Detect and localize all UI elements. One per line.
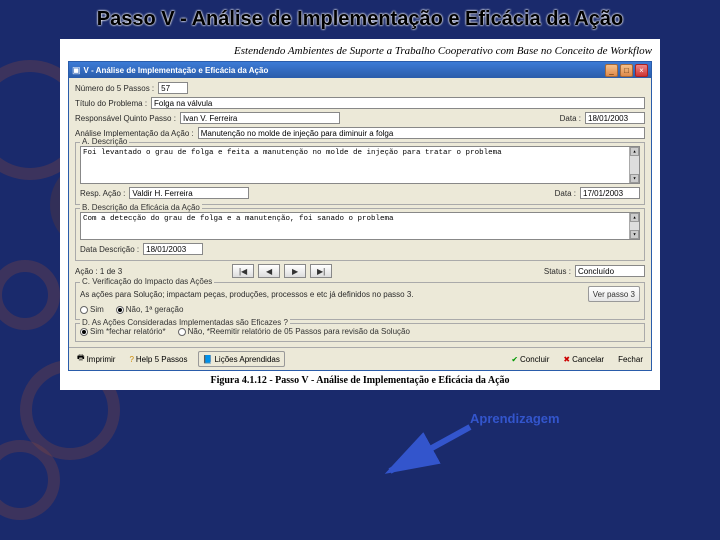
data-acao-label: Data : <box>555 189 576 198</box>
resp-acao-field[interactable]: Valdir H. Ferreira <box>129 187 249 199</box>
annotation-label: Aprendizagem <box>470 411 560 426</box>
impacto-question: As ações para Solução; impactam peças, p… <box>80 290 584 299</box>
licoes-button[interactable]: 📘 Lições Aprendidas <box>198 351 285 367</box>
ver-passo3-button[interactable]: Ver passo 3 <box>588 286 640 302</box>
radio-icon <box>178 328 186 336</box>
eficacia-text: Com a detecção do grau de folga e a manu… <box>83 215 394 223</box>
document-page: Estendendo Ambientes de Suporte a Trabal… <box>60 39 660 390</box>
scroll-down-icon[interactable]: ▾ <box>630 174 639 183</box>
eficaz-sim-radio[interactable]: Sim *fechar relatório* <box>80 327 166 336</box>
cancelar-button[interactable]: ✖ Cancelar <box>559 351 608 367</box>
frame-c-legend: C. Verificação do Impacto das Ações <box>80 277 214 286</box>
frame-eficacia: B. Descrição da Eficácia da Ação Com a d… <box>75 208 645 261</box>
frame-b-legend: B. Descrição da Eficácia da Ação <box>80 203 202 212</box>
status-label: Status : <box>544 267 571 276</box>
titulo-label: Título do Problema : <box>75 99 147 108</box>
scroll-up-icon[interactable]: ▴ <box>630 213 639 222</box>
frame-impacto: C. Verificação do Impacto das Ações As a… <box>75 282 645 320</box>
nav-prev-button[interactable]: ◀ <box>258 264 280 278</box>
cancel-icon: ✖ <box>563 355 570 364</box>
slide-title: Passo V - Análise de Implementação e Efi… <box>0 0 720 35</box>
frame-d-legend: D. As Ações Consideradas Implementadas s… <box>80 318 290 327</box>
descricao-text: Foi levantado o grau de folga e feita a … <box>83 149 502 157</box>
doc-header: Estendendo Ambientes de Suporte a Trabal… <box>68 45 652 57</box>
scrollbar[interactable]: ▴ ▾ <box>629 213 639 239</box>
data-descricao-label: Data Descrição : <box>80 245 139 254</box>
maximize-button[interactable]: □ <box>620 64 633 77</box>
acao-counter: Ação : 1 de 3 <box>75 267 122 276</box>
annotation-arrow-icon <box>360 419 520 489</box>
close-button[interactable]: × <box>635 64 648 77</box>
frame-eficazes: D. As Ações Consideradas Implementadas s… <box>75 323 645 342</box>
scroll-down-icon[interactable]: ▾ <box>630 230 639 239</box>
frame-a-legend: A. Descrição <box>80 137 129 146</box>
frame-descricao: A. Descrição Foi levantado o grau de fol… <box>75 142 645 205</box>
window-title: V - Análise de Implementação e Eficácia … <box>84 66 603 75</box>
data-label: Data : <box>560 114 581 123</box>
radio-label: Não, 1ª geração <box>126 305 184 314</box>
status-field[interactable]: Concluído <box>575 265 645 277</box>
resp-acao-label: Resp. Ação : <box>80 189 125 198</box>
numero-label: Número do 5 Passos : <box>75 84 154 93</box>
eficaz-nao-radio[interactable]: Não, *Reemitir relatório de 05 Passos pa… <box>178 327 410 336</box>
button-label: Fechar <box>618 355 643 364</box>
nav-last-button[interactable]: ▶| <box>310 264 332 278</box>
data-descricao-field[interactable]: 18/01/2003 <box>143 243 203 255</box>
eficacia-textarea[interactable]: Com a detecção do grau de folga e a manu… <box>80 212 640 240</box>
button-label: Imprimir <box>87 355 116 364</box>
impacto-nao-radio[interactable]: Não, 1ª geração <box>116 305 184 314</box>
data-field[interactable]: 18/01/2003 <box>585 112 645 124</box>
concluir-button[interactable]: ✔ Concluir <box>507 351 553 367</box>
check-icon: ✔ <box>511 355 518 364</box>
titlebar: ▣ V - Análise de Implementação e Eficáci… <box>69 62 651 78</box>
responsavel-field[interactable]: Ivan V. Ferreira <box>180 112 340 124</box>
analise-field[interactable]: Manutenção no molde de injeção para dimi… <box>198 127 645 139</box>
figure-caption: Figura 4.1.12 - Passo V - Análise de Imp… <box>68 375 652 386</box>
fechar-button[interactable]: Fechar <box>614 351 647 367</box>
app-icon: ▣ <box>72 65 81 76</box>
data-acao-field[interactable]: 17/01/2003 <box>580 187 640 199</box>
responsavel-label: Responsável Quinto Passo : <box>75 114 176 123</box>
numero-field[interactable]: 57 <box>158 82 188 94</box>
button-label: Help 5 Passos <box>136 355 188 364</box>
scrollbar[interactable]: ▴ ▾ <box>629 147 639 183</box>
radio-label: Não, *Reemitir relatório de 05 Passos pa… <box>188 327 410 336</box>
imprimir-button[interactable]: 🖶 Imprimir <box>73 351 119 367</box>
minimize-button[interactable]: _ <box>605 64 618 77</box>
impacto-sim-radio[interactable]: Sim <box>80 305 104 314</box>
radio-label: Sim <box>90 305 104 314</box>
nav-first-button[interactable]: |◀ <box>232 264 254 278</box>
radio-icon <box>80 306 88 314</box>
button-label: Concluir <box>520 355 549 364</box>
button-bar: 🖶 Imprimir ? Help 5 Passos 📘 Lições Apre… <box>69 347 651 370</box>
form-body: Número do 5 Passos : 57 Título do Proble… <box>69 78 651 347</box>
nav-next-button[interactable]: ▶ <box>284 264 306 278</box>
book-icon: 📘 <box>203 355 213 364</box>
scroll-up-icon[interactable]: ▴ <box>630 147 639 156</box>
descricao-textarea[interactable]: Foi levantado o grau de folga e feita a … <box>80 146 640 184</box>
button-label: Cancelar <box>572 355 604 364</box>
radio-icon <box>80 328 88 336</box>
button-label: Lições Aprendidas <box>214 355 279 364</box>
app-window: ▣ V - Análise de Implementação e Eficáci… <box>68 61 652 371</box>
radio-label: Sim *fechar relatório* <box>90 327 166 336</box>
titulo-field[interactable]: Folga na válvula <box>151 97 645 109</box>
radio-icon <box>116 306 124 314</box>
help-button[interactable]: ? Help 5 Passos <box>125 351 191 367</box>
help-icon: ? <box>129 355 133 364</box>
printer-icon: 🖶 <box>77 352 85 366</box>
